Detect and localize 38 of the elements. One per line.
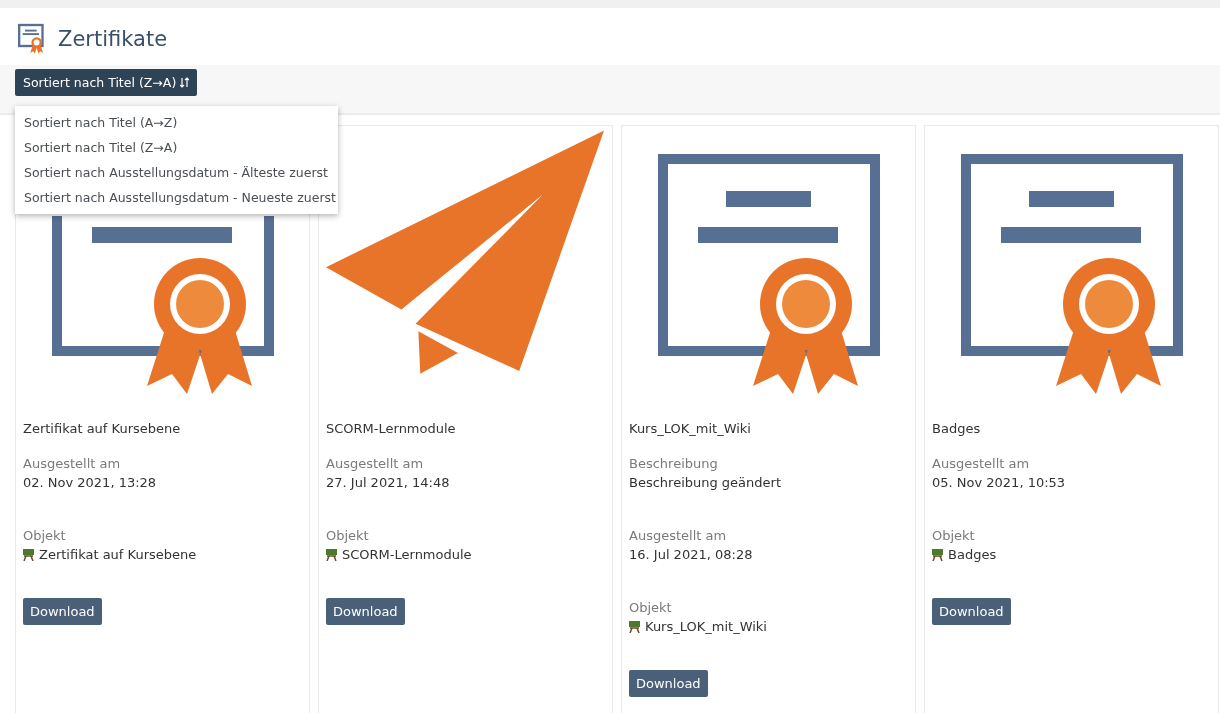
object-link[interactable]: Zertifikat auf Kursebene	[39, 545, 197, 564]
object-link[interactable]: Badges	[948, 545, 997, 564]
object-link[interactable]: Kurs_LOK_mit_Wiki	[645, 617, 767, 636]
card-title: SCORM-Lernmodule	[326, 421, 457, 436]
page-title: Zertifikate	[58, 26, 168, 51]
card-title: Badges	[932, 421, 982, 436]
easel-icon	[326, 548, 337, 561]
card-title: Kurs_LOK_mit_Wiki	[629, 421, 752, 436]
easel-icon	[629, 620, 640, 633]
download-button[interactable]: Download	[326, 598, 405, 625]
sort-option[interactable]: Sortiert nach Ausstellungsdatum - Neueste zuerst	[15, 185, 338, 210]
field-label: Objekt	[932, 527, 976, 545]
sort-option[interactable]: Sortiert nach Ausstellungsdatum - Älteste zuerst	[15, 160, 338, 185]
easel-icon	[23, 548, 34, 561]
object-link[interactable]: SCORM-Lernmodule	[342, 545, 472, 564]
field-label: Objekt	[326, 527, 370, 545]
field-label: Ausgestellt am	[326, 455, 425, 473]
field-label: Objekt	[23, 527, 67, 545]
field-value: 27. Jul 2021, 14:48	[326, 474, 451, 492]
field-label: Ausgestellt am	[932, 455, 1031, 473]
sort-icon	[180, 77, 190, 88]
sort-option[interactable]: Sortiert nach Titel (Z→A)	[15, 135, 338, 160]
field-label: Objekt	[629, 599, 673, 617]
field-value: 16. Jul 2021, 08:28	[629, 546, 754, 564]
download-button[interactable]: Download	[23, 598, 102, 625]
certificate-icon	[18, 22, 46, 55]
download-button[interactable]: Download	[629, 670, 708, 697]
field-value: 02. Nov 2021, 13:28	[23, 474, 158, 492]
field-value: 05. Nov 2021, 10:53	[932, 474, 1067, 492]
download-button[interactable]: Download	[932, 598, 1011, 625]
field-label: Ausgestellt am	[629, 527, 728, 545]
card-title: Zertifikat auf Kursebene	[23, 421, 182, 436]
field-value: Beschreibung geändert	[629, 474, 782, 492]
field-label: Ausgestellt am	[23, 455, 122, 473]
sort-dropdown[interactable]: Sortiert nach Titel (Z→A)	[15, 69, 198, 96]
sort-option[interactable]: Sortiert nach Titel (A→Z)	[15, 110, 338, 135]
easel-icon	[932, 548, 943, 561]
field-label: Beschreibung	[629, 455, 719, 473]
